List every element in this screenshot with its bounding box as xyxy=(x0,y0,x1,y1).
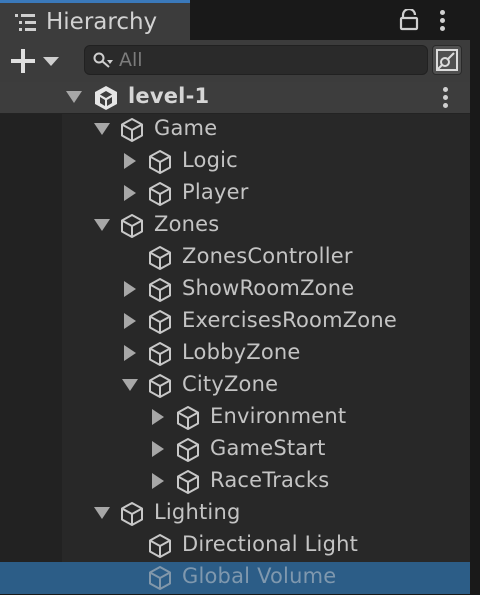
tree-item-label: RaceTracks xyxy=(210,468,330,492)
indent-guide xyxy=(0,114,62,146)
indent-guide xyxy=(0,530,62,562)
window-menu-button[interactable] xyxy=(439,8,447,34)
hierarchy-tree: level-1 Game Logic Player Zones ZonesControl… xyxy=(0,82,470,594)
indent-guide xyxy=(0,178,62,210)
tab-hierarchy[interactable]: Hierarchy xyxy=(0,0,190,40)
tree-item-label: Game xyxy=(154,116,218,140)
gameobject-cube-icon xyxy=(119,117,145,143)
tree-item-label: Logic xyxy=(182,148,238,172)
tree-item-label: CityZone xyxy=(182,372,279,396)
scene-name: level-1 xyxy=(128,84,210,108)
collapse-arrow-icon[interactable] xyxy=(124,345,136,361)
gameobject-cube-icon xyxy=(147,565,173,591)
tree-item[interactable]: ZonesController xyxy=(0,242,470,274)
indent-guide xyxy=(0,242,62,274)
gameobject-cube-icon xyxy=(147,341,173,367)
tree-item[interactable]: LobbyZone xyxy=(0,338,470,370)
indent-guide xyxy=(0,466,62,498)
scene-menu-button[interactable] xyxy=(442,85,450,111)
collapse-arrow-icon[interactable] xyxy=(152,473,164,489)
gameobject-cube-icon xyxy=(175,437,201,463)
expand-arrow-icon[interactable] xyxy=(122,379,138,391)
indent-guide xyxy=(0,210,62,242)
expand-arrow-icon[interactable] xyxy=(94,507,110,519)
tree-item[interactable]: Game xyxy=(0,114,470,146)
gameobject-cube-icon xyxy=(119,501,145,527)
tree-item[interactable]: Logic xyxy=(0,146,470,178)
indent-guide xyxy=(0,498,62,530)
indent-guide xyxy=(0,402,62,434)
scene-row[interactable]: level-1 xyxy=(0,82,470,114)
tree-item[interactable]: Directional Light xyxy=(0,530,470,562)
expand-arrow-icon[interactable] xyxy=(94,123,110,135)
gameobject-cube-icon xyxy=(175,469,201,495)
tree-item[interactable]: Player xyxy=(0,178,470,210)
gameobject-cube-icon xyxy=(147,149,173,175)
tree-item-label: LobbyZone xyxy=(182,340,301,364)
collapse-arrow-icon[interactable] xyxy=(152,441,164,457)
gameobject-cube-icon xyxy=(147,533,173,559)
gameobject-cube-icon xyxy=(147,181,173,207)
tree-item-label: ExercisesRoomZone xyxy=(182,308,397,332)
tree-item-label: ShowRoomZone xyxy=(182,276,355,300)
unity-logo-icon xyxy=(93,85,119,111)
indent-guide xyxy=(0,370,62,402)
gameobject-cube-icon xyxy=(147,309,173,335)
indent-guide xyxy=(0,338,62,370)
indent-guide xyxy=(0,146,62,178)
open-scene-search-button[interactable] xyxy=(432,45,462,75)
lock-icon[interactable] xyxy=(398,7,420,35)
collapse-arrow-icon[interactable] xyxy=(124,281,136,297)
tree-item[interactable]: Zones xyxy=(0,210,470,242)
search-icon xyxy=(93,52,115,72)
collapse-arrow-icon[interactable] xyxy=(124,313,136,329)
tree-item[interactable]: Environment xyxy=(0,402,470,434)
tree-item-label: Directional Light xyxy=(182,532,359,556)
indent-guide xyxy=(0,306,62,338)
hierarchy-panel: Hierarchy All level-1 Game Logic Player … xyxy=(0,0,470,594)
tree-item-label: ZonesController xyxy=(182,244,353,268)
tree-item[interactable]: ShowRoomZone xyxy=(0,274,470,306)
expand-arrow-icon[interactable] xyxy=(66,91,82,103)
toolbar xyxy=(0,40,470,83)
tree-item[interactable]: CityZone xyxy=(0,370,470,402)
indent-guide xyxy=(0,274,62,306)
gameobject-cube-icon xyxy=(119,213,145,239)
open-scene-search-icon xyxy=(436,49,458,71)
tree-item-label: GameStart xyxy=(210,436,326,460)
tree-item-label: Zones xyxy=(154,212,220,236)
search-input[interactable] xyxy=(119,47,419,73)
collapse-arrow-icon[interactable] xyxy=(124,153,136,169)
tree-item[interactable]: Global Volume xyxy=(0,562,470,594)
add-object-button[interactable] xyxy=(8,45,64,77)
tree-item-label: Player xyxy=(182,180,249,204)
tab-bar: Hierarchy xyxy=(0,0,470,40)
gameobject-cube-icon xyxy=(175,405,201,431)
tab-title: Hierarchy xyxy=(46,9,158,35)
tree-item[interactable]: Lighting xyxy=(0,498,470,530)
tree-item[interactable]: RaceTracks xyxy=(0,466,470,498)
expand-arrow-icon[interactable] xyxy=(94,219,110,231)
tree-item[interactable]: GameStart xyxy=(0,434,470,466)
gameobject-cube-icon xyxy=(147,277,173,303)
plus-icon xyxy=(11,49,59,73)
gameobject-cube-icon xyxy=(147,245,173,271)
tree-item-label: Environment xyxy=(210,404,347,428)
tree-item[interactable]: ExercisesRoomZone xyxy=(0,306,470,338)
tree-item-label: Global Volume xyxy=(182,564,337,588)
search-field[interactable] xyxy=(84,45,428,75)
indent-guide xyxy=(0,434,62,466)
tree-item-label: Lighting xyxy=(154,500,241,524)
hierarchy-list-icon xyxy=(14,12,38,38)
collapse-arrow-icon[interactable] xyxy=(124,185,136,201)
collapse-arrow-icon[interactable] xyxy=(152,409,164,425)
gameobject-cube-icon xyxy=(147,373,173,399)
